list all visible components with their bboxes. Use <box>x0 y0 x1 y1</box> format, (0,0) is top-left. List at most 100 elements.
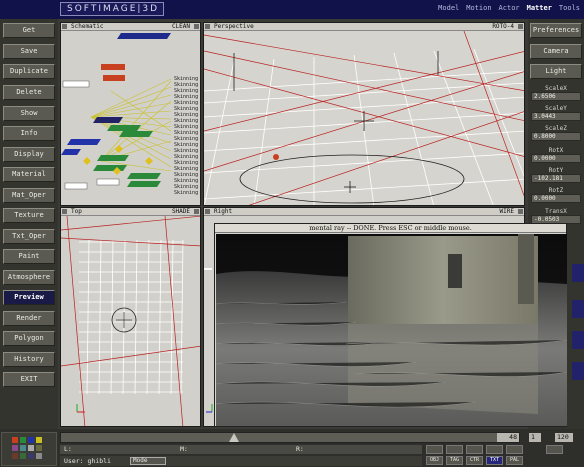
timeline-slider[interactable] <box>60 432 520 443</box>
ctr-button[interactable]: CTR <box>466 456 483 465</box>
module-model[interactable]: Model <box>438 4 459 12</box>
softimage-logo: SOFTIMAGE|3D <box>60 2 164 16</box>
rotz-value[interactable]: 0.0000 <box>531 194 581 203</box>
show-button[interactable]: Show <box>3 106 55 121</box>
module-actor[interactable]: Actor <box>499 4 520 12</box>
display-button[interactable]: Display <box>3 147 55 162</box>
perspective-header: Perspective ROTO-4 <box>204 23 524 31</box>
module-matter[interactable]: Matter <box>527 4 552 12</box>
palette-swatch[interactable] <box>1 432 57 466</box>
scalez-value[interactable]: 0.8000 <box>531 132 581 141</box>
right-header: Right WIRE <box>204 208 524 216</box>
schematic-graph: Skinning Skinning Skinning Skinning Skin… <box>61 33 198 196</box>
polygon-button[interactable]: Polygon <box>3 331 55 346</box>
panel-tab[interactable] <box>572 331 584 349</box>
middle-mouse-status: M: <box>180 445 188 453</box>
schematic-nodes[interactable] <box>61 33 171 190</box>
playback-rewind-button[interactable] <box>426 445 443 454</box>
rotx-value[interactable]: 0.0000 <box>531 154 581 163</box>
render-preview <box>216 234 567 426</box>
schematic-mode[interactable]: CLEAN <box>172 23 190 30</box>
scalez-label: ScaleZ <box>545 125 567 132</box>
paint-button[interactable]: Paint <box>3 249 55 264</box>
playback-end-button[interactable] <box>506 445 523 454</box>
end-frame-field[interactable]: 120 <box>555 433 573 442</box>
mat-oper-button[interactable]: Mat_Oper <box>3 188 55 203</box>
panel-tab[interactable] <box>572 362 584 380</box>
scaley-value[interactable]: 3.0443 <box>531 112 581 121</box>
scalex-label: ScaleX <box>545 85 567 92</box>
schematic-header: Schematic CLEAN <box>61 23 200 31</box>
left-menu: Get Save Duplicate Delete Show Info Disp… <box>0 19 58 429</box>
top-grid <box>61 216 200 426</box>
mode-dropdown[interactable]: Mode <box>130 457 166 465</box>
info-button[interactable]: Info <box>3 126 55 141</box>
viewport-maximize-icon[interactable] <box>194 209 199 214</box>
viewport-maximize-icon[interactable] <box>518 209 523 214</box>
atmosphere-button[interactable]: Atmosphere <box>3 270 55 285</box>
schematic-viewport[interactable]: Schematic CLEAN Skinning Skinning Skinni… <box>60 22 201 206</box>
transx-label: TransX <box>545 208 567 215</box>
camera-button[interactable]: Camera <box>530 44 582 59</box>
render-button[interactable]: Render <box>3 311 55 326</box>
perspective-title: Perspective <box>214 23 254 30</box>
roty-value[interactable]: -102.181 <box>531 174 581 183</box>
material-button[interactable]: Material <box>3 167 55 182</box>
history-button[interactable]: History <box>3 352 55 367</box>
texture-button[interactable]: Texture <box>3 208 55 223</box>
rotx-label: RotX <box>548 147 564 154</box>
left-mouse-status: L: <box>64 445 72 453</box>
delete-button[interactable]: Delete <box>3 85 55 100</box>
rotx-field[interactable]: RotX 0.0000 <box>531 147 581 163</box>
obj-button[interactable]: OBJ <box>426 456 443 465</box>
top-viewport[interactable]: Top SHADE <box>60 207 201 427</box>
module-switcher: Model Motion Actor Matter Tools <box>438 4 580 12</box>
scaley-field[interactable]: ScaleY 3.0443 <box>531 105 581 121</box>
panel-tab[interactable] <box>572 300 584 318</box>
timeline-handle[interactable] <box>229 433 239 442</box>
start-frame-field[interactable]: 1 <box>529 433 541 442</box>
render-window[interactable]: mental ray -- DONE. Press ESC or middle … <box>214 223 567 427</box>
preview-button[interactable]: Preview <box>3 290 55 305</box>
right-mode[interactable]: WIRE <box>500 208 514 215</box>
viewport-menu-icon[interactable] <box>62 209 67 214</box>
right-mouse-status: R: <box>296 445 304 453</box>
exit-button[interactable]: EXIT <box>3 372 55 387</box>
playback-loop-button[interactable] <box>546 445 563 454</box>
viewport-menu-icon[interactable] <box>205 24 210 29</box>
preferences-button[interactable]: Preferences <box>530 23 582 38</box>
roty-field[interactable]: RotY -102.181 <box>531 167 581 183</box>
playback-play-button[interactable] <box>466 445 483 454</box>
txt-button[interactable]: TXT <box>486 456 503 465</box>
light-button[interactable]: Light <box>530 64 582 79</box>
tag-button[interactable]: TAG <box>446 456 463 465</box>
viewport-menu-icon[interactable] <box>62 24 67 29</box>
viewport-maximize-icon[interactable] <box>194 24 199 29</box>
viewport-menu-icon[interactable] <box>205 209 210 214</box>
scalex-field[interactable]: ScaleX 2.6506 <box>531 85 581 101</box>
scalez-field[interactable]: ScaleZ 0.8000 <box>531 125 581 141</box>
perspective-viewport[interactable]: Perspective ROTO-4 <box>203 22 525 206</box>
playback-step-forward-button[interactable] <box>486 445 503 454</box>
pal-button[interactable]: PAL <box>506 456 523 465</box>
duplicate-button[interactable]: Duplicate <box>3 64 55 79</box>
get-button[interactable]: Get <box>3 23 55 38</box>
save-button[interactable]: Save <box>3 44 55 59</box>
top-mode[interactable]: SHADE <box>172 208 190 215</box>
module-tools[interactable]: Tools <box>559 4 580 12</box>
rotz-field[interactable]: RotZ 0.0000 <box>531 187 581 203</box>
top-header: Top SHADE <box>61 208 200 216</box>
perspective-mode[interactable]: ROTO-4 <box>492 23 514 30</box>
roty-label: RotY <box>548 167 564 174</box>
viewport-maximize-icon[interactable] <box>518 24 523 29</box>
current-frame-field[interactable]: 48 <box>497 433 519 442</box>
txt-oper-button[interactable]: Txt_Oper <box>3 229 55 244</box>
transx-field[interactable]: TransX -0.0503 <box>531 208 581 224</box>
panel-tab[interactable] <box>572 264 584 282</box>
user-bar: User: ghibli Mode <box>60 456 422 466</box>
module-motion[interactable]: Motion <box>466 4 491 12</box>
playback-step-back-button[interactable] <box>446 445 463 454</box>
top-title: Top <box>71 208 82 215</box>
light-icon[interactable] <box>273 154 279 160</box>
scalex-value[interactable]: 2.6506 <box>531 92 581 101</box>
